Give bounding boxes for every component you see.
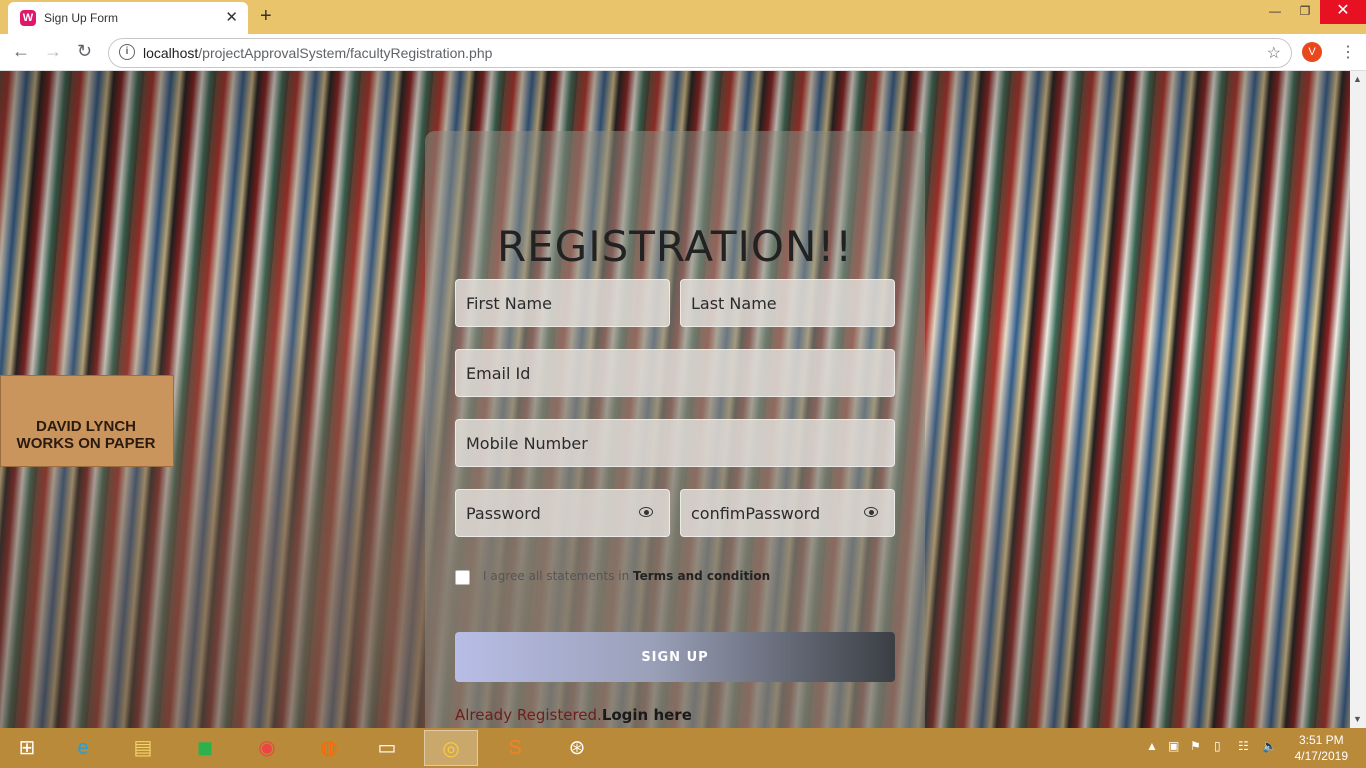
mobile-field[interactable]: [455, 419, 895, 467]
confirm-password-input[interactable]: [681, 490, 894, 536]
tray-volume-icon[interactable]: 🔈: [1262, 739, 1277, 753]
password-input[interactable]: [456, 490, 669, 536]
login-link[interactable]: Login here: [602, 706, 692, 724]
back-arrow-icon[interactable]: ←: [12, 41, 30, 62]
start-button[interactable]: ⊞: [0, 730, 54, 766]
browser-tab[interactable]: W Sign Up Form ✕: [8, 2, 248, 34]
mobile-input[interactable]: [456, 420, 894, 466]
windows-taskbar: ⊞ e ▤ ◼ ◉ ◍ ▭ ◎ S ⊛ ▲ ▣ ⚑ ▯ ☷ 🔈 3:51 PM …: [0, 728, 1366, 768]
command-prompt-icon[interactable]: ▭: [360, 730, 414, 766]
browser-menu-icon[interactable]: ⋮: [1340, 42, 1356, 62]
scroll-down-arrow-icon[interactable]: ▼: [1353, 714, 1362, 724]
tray-battery-icon[interactable]: ▯: [1214, 739, 1221, 753]
forward-arrow-icon[interactable]: →: [44, 41, 62, 62]
chrome-canary-icon[interactable]: ◎: [424, 730, 478, 766]
first-name-input[interactable]: [456, 280, 669, 326]
file-explorer-icon[interactable]: ▤: [116, 730, 170, 766]
chrome-icon[interactable]: ◉: [240, 730, 294, 766]
media-player-icon[interactable]: ⊛: [550, 730, 604, 766]
new-tab-button[interactable]: +: [260, 5, 272, 28]
info-icon[interactable]: i: [119, 44, 135, 60]
show-password-eye-icon[interactable]: [639, 507, 653, 517]
page-title: REGISTRATION!!: [496, 222, 854, 271]
sublime-text-icon[interactable]: S: [488, 730, 542, 766]
terms-link[interactable]: Terms and condition: [633, 569, 770, 583]
firefox-icon[interactable]: ◍: [302, 730, 356, 766]
password-field[interactable]: [455, 489, 670, 537]
tray-network-icon[interactable]: ☷: [1238, 739, 1249, 753]
address-bar[interactable]: i localhost/projectApprovalSystem/facult…: [108, 38, 1292, 68]
minimize-button[interactable]: —: [1260, 0, 1290, 24]
last-name-field[interactable]: [680, 279, 895, 327]
sign-text: DAVID LYNCH WORKS ON PAPER: [16, 418, 156, 452]
login-prompt: Already Registered.Login here: [455, 706, 692, 724]
last-name-input[interactable]: [681, 280, 894, 326]
page-scrollbar[interactable]: [1350, 71, 1366, 728]
maximize-button[interactable]: ❐: [1290, 0, 1320, 24]
store-icon[interactable]: ◼: [178, 730, 232, 766]
tab-title: Sign Up Form: [44, 11, 119, 25]
site-favicon-icon: W: [20, 10, 36, 26]
show-confirm-password-eye-icon[interactable]: [864, 507, 878, 517]
browser-toolbar: ← → ↻ i localhost/projectApprovalSystem/…: [0, 34, 1366, 71]
email-input[interactable]: [456, 350, 894, 396]
sign-up-button[interactable]: SIGN UP: [455, 632, 895, 682]
first-name-field[interactable]: [455, 279, 670, 327]
terms-statement: I agree all statements in Terms and cond…: [483, 569, 770, 583]
tab-bar: W Sign Up Form ✕ + — ❐ ✕: [0, 0, 1366, 34]
clock-date: 4/17/2019: [1294, 749, 1348, 763]
agree-text: I agree all statements in: [483, 569, 634, 583]
terms-checkbox[interactable]: [455, 570, 470, 585]
tray-flag-icon[interactable]: ⚑: [1190, 739, 1201, 753]
internet-explorer-icon[interactable]: e: [56, 730, 110, 766]
confirm-password-field[interactable]: [680, 489, 895, 537]
email-field[interactable]: [455, 349, 895, 397]
url-text: localhost/projectApprovalSystem/facultyR…: [143, 45, 493, 61]
already-registered-text: Already Registered.: [455, 706, 602, 724]
reload-icon[interactable]: ↻: [77, 41, 92, 62]
scroll-up-arrow-icon[interactable]: ▲: [1353, 74, 1362, 84]
clock-time: 3:51 PM: [1298, 733, 1344, 747]
profile-avatar[interactable]: V: [1302, 42, 1322, 62]
tab-close-icon[interactable]: ✕: [225, 8, 238, 26]
tray-app-icon[interactable]: ▣: [1168, 739, 1179, 753]
window-close-button[interactable]: ✕: [1320, 0, 1366, 24]
taskbar-clock[interactable]: 3:51 PM 4/17/2019: [1295, 732, 1348, 764]
tray-expand-icon[interactable]: ▲: [1146, 739, 1158, 753]
bookmark-star-icon[interactable]: ☆: [1267, 43, 1281, 63]
